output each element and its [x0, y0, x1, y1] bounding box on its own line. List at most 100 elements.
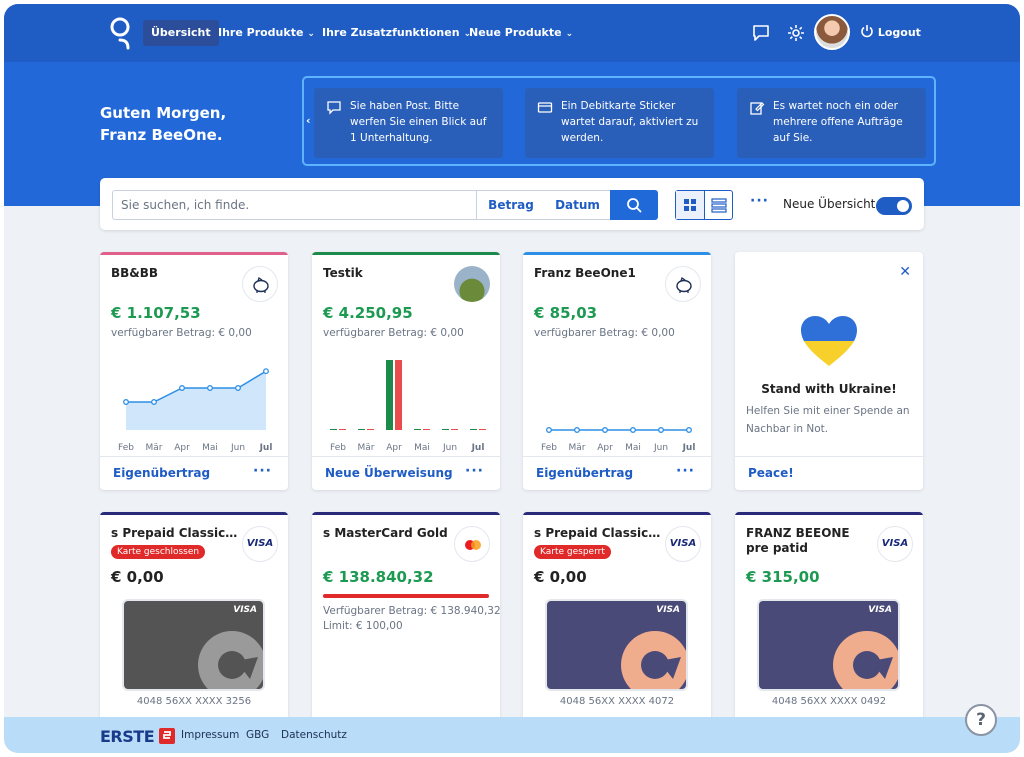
gear-icon[interactable] [785, 22, 807, 44]
notification-messages[interactable]: Sie haben Post. Bitte werfen Sie einen B… [314, 88, 503, 158]
credit-card-tile[interactable]: s MasterCard Gold € 138.840,32 Verfügbar… [312, 512, 500, 732]
gbg-link[interactable]: GBG [246, 729, 269, 741]
account-card[interactable]: Franz BeeOne1 € 85,03 verfügbarer Betrag… [523, 252, 711, 490]
chart-month-label: Apr [174, 443, 190, 453]
search-button[interactable] [610, 190, 658, 220]
account-card[interactable]: Testik € 4.250,95 verfügbarer Betrag: € … [312, 252, 500, 490]
more-options-icon[interactable]: ··· [676, 463, 695, 479]
view-switcher [675, 190, 733, 220]
piggy-bank-icon [242, 266, 278, 302]
logo-icon[interactable] [108, 16, 132, 50]
impressum-link[interactable]: Impressum [181, 729, 239, 741]
chart-month-label: Mär [569, 443, 586, 453]
account-card[interactable]: BB&BB € 1.107,53 verfügbarer Betrag: € 0… [100, 252, 288, 490]
sparkasse-logo-icon [159, 728, 176, 744]
chart-point [151, 399, 157, 405]
chart-area [126, 371, 266, 430]
chart-month-label: Feb [118, 443, 134, 453]
account-title: Testik [323, 266, 363, 280]
chart-month-label: Mär [358, 443, 375, 453]
account-title: Franz BeeOne1 [534, 266, 636, 280]
avatar[interactable] [814, 14, 850, 50]
card-footer: Eigenübertrag ··· [100, 456, 288, 490]
search-input[interactable] [112, 190, 476, 220]
chart-month-label: Apr [386, 443, 402, 453]
visa-icon: VISA [665, 526, 701, 562]
card-image: VISA [757, 599, 900, 691]
new-overview-toggle[interactable] [876, 197, 912, 215]
nav-item-ihre-produkte[interactable]: Ihre Produkte ⌄ [210, 20, 323, 46]
visa-icon: VISA [877, 526, 913, 562]
nav-item-zusatzfunktionen[interactable]: Ihre Zusatzfunktionen ⌄ [314, 20, 479, 46]
nav-item-uebersicht[interactable]: Übersicht [143, 20, 219, 46]
chart-point [546, 427, 552, 433]
datenschutz-link[interactable]: Datenschutz [281, 729, 347, 741]
visa-icon: VISA [242, 526, 278, 562]
notification-debitcard[interactable]: Ein Debitkarte Sticker wartet darauf, ak… [525, 88, 714, 158]
grid-view-button[interactable] [676, 191, 704, 219]
list-icon [711, 198, 727, 213]
chart-point [658, 427, 664, 433]
card-footer: Eigenübertrag ··· [523, 456, 711, 490]
credit-card-tile[interactable]: FRANZ BEEONE pre patid VISA € 315,00 VIS… [735, 512, 923, 732]
chart-month-label: Feb [330, 443, 346, 453]
more-options-icon[interactable]: ··· [465, 463, 484, 479]
more-options-icon[interactable]: ··· [253, 463, 272, 479]
chart-bar-income [386, 360, 393, 430]
card-accent-bar [100, 252, 288, 255]
card-image: VISA [545, 599, 688, 691]
credit-card-tile[interactable]: s Prepaid Classic | C... VISA Karte gesp… [523, 512, 711, 732]
chart-point [263, 368, 269, 375]
peace-link[interactable]: Peace! [748, 466, 794, 480]
close-icon[interactable]: ✕ [899, 264, 911, 280]
account-chart: Feb Mär Apr Mai Jun Jul [118, 368, 272, 453]
chart-point [630, 427, 636, 433]
credit-card-tile[interactable]: s Prepaid Classic | C... VISA Karte gesc… [100, 512, 288, 732]
card-footer: Neue Überweisung ··· [312, 456, 500, 490]
chart-point [235, 385, 241, 391]
card-amount: € 0,00 [111, 568, 164, 586]
nav-item-neue-produkte[interactable]: Neue Produkte ⌄ [461, 20, 581, 46]
chat-icon[interactable] [750, 22, 772, 44]
toggle-label: Neue Übersicht [783, 197, 876, 211]
notification-orders[interactable]: Es wartet noch ein oder mehrere offene A… [737, 88, 926, 158]
chart-month-label: Jun [653, 443, 668, 453]
chart-month-label: Apr [597, 443, 613, 453]
neue-ueberweisung-link[interactable]: Neue Überweisung [325, 466, 453, 480]
ukraine-title: Stand with Ukraine! [761, 382, 897, 396]
status-badge: Karte geschlossen [111, 545, 206, 559]
chart-bar-expense [423, 429, 430, 430]
notification-carousel: ‹ Sie haben Post. Bitte werfen Sie einen… [302, 76, 936, 166]
filter-date-button[interactable]: Datum [545, 190, 611, 220]
chart-bar-expense [339, 429, 346, 430]
filter-amount-button[interactable]: Betrag [476, 190, 546, 220]
grid-icon [684, 199, 696, 211]
account-chart: Feb Mär Apr Mai Jun Jul [330, 360, 486, 453]
chart-bar-income [358, 429, 365, 430]
eigenuebertrag-link[interactable]: Eigenübertrag [113, 466, 210, 480]
available-amount: Verfügbarer Betrag: € 138.940,32 [323, 605, 500, 617]
account-title: BB&BB [111, 266, 159, 280]
card-icon [537, 102, 553, 113]
logout-button[interactable]: Logout [860, 22, 921, 44]
account-amount: € 85,03 [534, 304, 598, 322]
eigenuebertrag-link[interactable]: Eigenübertrag [536, 466, 633, 480]
card-amount: € 0,00 [534, 568, 587, 586]
chart-bar-income [330, 429, 337, 430]
chart-month-label: Mai [625, 443, 641, 453]
mastercard-icon [454, 526, 490, 562]
help-button[interactable]: ? [965, 704, 997, 736]
visa-logo: VISA [868, 605, 892, 615]
ukraine-card[interactable]: ✕ Stand with Ukraine! Helfen Sie mit ein… [735, 252, 923, 490]
card-limit: Limit: € 100,00 [323, 620, 403, 632]
chart-bar-expense [367, 429, 374, 430]
more-options-icon[interactable]: ··· [750, 193, 769, 209]
card-number: 4048 56XX XXXX 0492 [771, 696, 887, 707]
list-view-button[interactable] [704, 191, 732, 219]
landscape-avatar-icon [454, 266, 490, 302]
erste-logo[interactable]: ERSTE [100, 727, 176, 746]
account-chart: Feb Mär Apr Mai Jun Jul [541, 427, 695, 453]
account-amount: € 4.250,95 [323, 304, 413, 322]
chart-point [123, 399, 129, 405]
chart-point [686, 427, 692, 433]
